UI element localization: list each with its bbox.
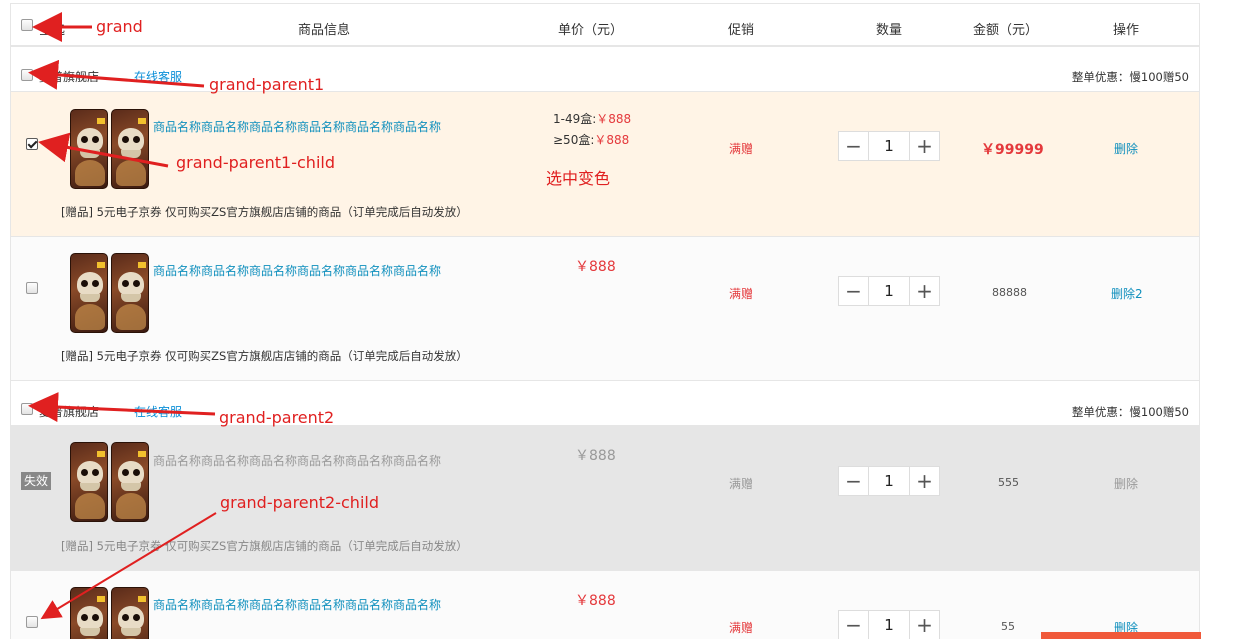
arrow-grand-parent2-child: [40, 512, 217, 620]
annotation-grand-parent2: grand-parent2: [219, 408, 335, 427]
arrow-grand-parent1: [28, 59, 205, 90]
annotation-grand-parent1: grand-parent1: [209, 75, 325, 94]
arrow-grand-parent1-child: [38, 132, 169, 168]
arrow-grand-parent2: [28, 392, 216, 423]
annotation-grand-parent2-child: grand-parent2-child: [220, 493, 379, 512]
annotation-selected-color: 选中变色: [546, 169, 611, 188]
annotation-grand-parent1-child: grand-parent1-child: [176, 153, 335, 172]
annotation-grand: grand: [96, 17, 143, 36]
annotation-arrows: [28, 12, 217, 620]
